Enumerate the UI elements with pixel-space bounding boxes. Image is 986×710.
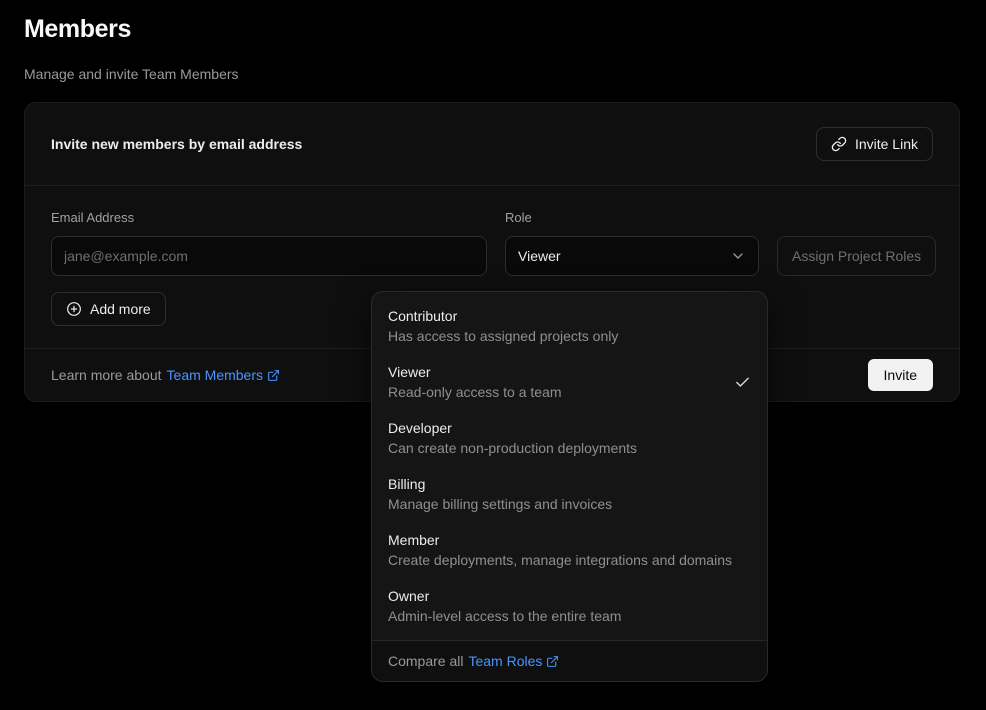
role-option-description: Has access to assigned projects only: [388, 326, 618, 346]
team-members-link[interactable]: Team Members: [167, 367, 280, 383]
role-select-value: Viewer: [518, 248, 561, 264]
chevron-down-icon: [730, 248, 746, 264]
role-option-description: Manage billing settings and invoices: [388, 494, 612, 514]
role-option-owner[interactable]: Owner Admin-level access to the entire t…: [372, 578, 767, 634]
role-option-contributor[interactable]: Contributor Has access to assigned proje…: [372, 298, 767, 354]
external-link-icon: [267, 369, 280, 382]
role-option-description: Can create non-production deployments: [388, 438, 637, 458]
card-header: Invite new members by email address Invi…: [25, 103, 959, 186]
invite-link-label: Invite Link: [855, 136, 918, 152]
email-input[interactable]: [51, 236, 487, 276]
role-option-billing[interactable]: Billing Manage billing settings and invo…: [372, 466, 767, 522]
role-option-text: Billing Manage billing settings and invo…: [388, 474, 612, 514]
role-option-title: Member: [388, 530, 732, 550]
page-subtitle: Manage and invite Team Members: [24, 64, 962, 84]
role-option-text: Developer Can create non-production depl…: [388, 418, 637, 458]
team-roles-link-label: Team Roles: [468, 651, 542, 671]
role-option-description: Create deployments, manage integrations …: [388, 550, 732, 570]
role-option-text: Viewer Read-only access to a team: [388, 362, 562, 402]
role-option-title: Viewer: [388, 362, 562, 382]
role-option-text: Contributor Has access to assigned proje…: [388, 306, 618, 346]
role-option-title: Developer: [388, 418, 637, 438]
add-more-label: Add more: [90, 301, 151, 317]
role-dropdown-options: Contributor Has access to assigned proje…: [372, 292, 767, 640]
role-label: Role: [505, 210, 759, 226]
page-title: Members: [24, 14, 962, 44]
role-menu-footer: Compare all Team Roles: [372, 640, 767, 681]
role-option-text: Member Create deployments, manage integr…: [388, 530, 732, 570]
learn-more-text: Learn more about: [51, 367, 162, 383]
invite-button[interactable]: Invite: [868, 359, 933, 391]
add-more-button[interactable]: Add more: [51, 292, 166, 326]
compare-all-text: Compare all: [388, 651, 463, 671]
role-option-title: Billing: [388, 474, 612, 494]
team-members-link-label: Team Members: [167, 367, 263, 383]
role-dropdown-menu: Contributor Has access to assigned proje…: [371, 291, 768, 682]
email-label: Email Address: [51, 210, 487, 226]
role-option-title: Contributor: [388, 306, 618, 326]
role-option-viewer[interactable]: Viewer Read-only access to a team: [372, 354, 767, 410]
assign-project-roles-button[interactable]: Assign Project Roles: [777, 236, 936, 276]
invite-form: Email Address Role Viewer Assign Project…: [51, 210, 933, 276]
role-option-description: Admin-level access to the entire team: [388, 606, 621, 626]
role-option-developer[interactable]: Developer Can create non-production depl…: [372, 410, 767, 466]
plus-circle-icon: [66, 301, 82, 317]
role-option-title: Owner: [388, 586, 621, 606]
link-icon: [831, 136, 847, 152]
role-option-member[interactable]: Member Create deployments, manage integr…: [372, 522, 767, 578]
role-option-text: Owner Admin-level access to the entire t…: [388, 586, 621, 626]
external-link-icon: [546, 655, 559, 668]
members-page: Members Manage and invite Team Members I…: [0, 0, 986, 710]
card-title: Invite new members by email address: [51, 136, 302, 152]
team-roles-link[interactable]: Team Roles: [468, 651, 559, 671]
check-icon: [734, 374, 751, 391]
footer-help-text: Learn more about Team Members: [51, 367, 280, 383]
role-option-description: Read-only access to a team: [388, 382, 562, 402]
role-select[interactable]: Viewer: [505, 236, 759, 276]
invite-link-button[interactable]: Invite Link: [816, 127, 933, 161]
